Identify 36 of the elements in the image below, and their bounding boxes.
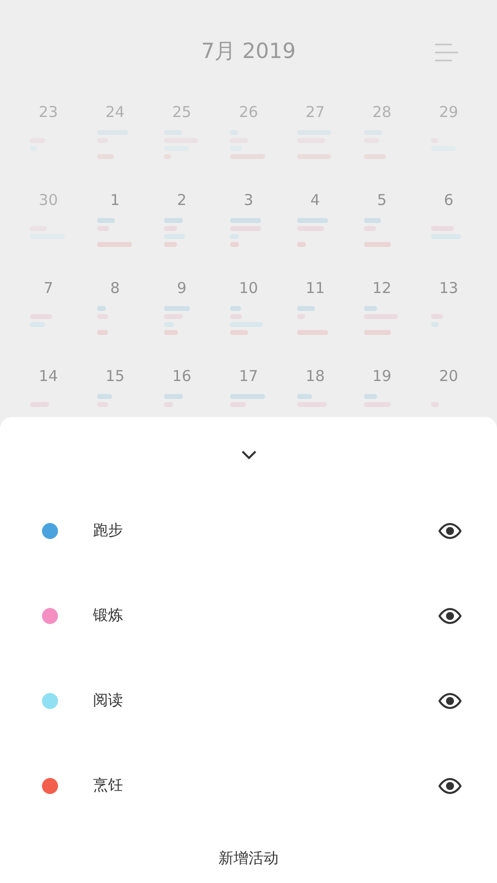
day-number[interactable]: 20 bbox=[439, 366, 458, 386]
chevron-down-icon bbox=[240, 450, 256, 460]
day-number[interactable]: 3 bbox=[244, 190, 254, 210]
activity-name: 锻炼 bbox=[93, 606, 123, 625]
day-number[interactable]: 29 bbox=[439, 102, 458, 122]
day-number[interactable]: 13 bbox=[439, 278, 458, 298]
day-number[interactable]: 19 bbox=[372, 366, 392, 386]
activity-name: 阅读 bbox=[93, 691, 123, 710]
day-number[interactable]: 15 bbox=[106, 366, 125, 386]
day-number[interactable]: 6 bbox=[444, 190, 454, 210]
day-number[interactable]: 25 bbox=[172, 102, 192, 122]
day-number[interactable]: 9 bbox=[177, 278, 187, 298]
day-number[interactable]: 2 bbox=[177, 190, 187, 210]
day-number[interactable]: 28 bbox=[372, 102, 392, 122]
day-number[interactable]: 18 bbox=[306, 366, 325, 386]
day-number[interactable]: 23 bbox=[38, 102, 58, 122]
day-number[interactable]: 7 bbox=[44, 278, 54, 298]
day-number[interactable]: 5 bbox=[377, 190, 387, 210]
menu-icon bbox=[434, 43, 459, 62]
activity-name: 跑步 bbox=[93, 521, 123, 540]
day-number[interactable]: 17 bbox=[238, 366, 258, 386]
activity-name: 烹饪 bbox=[93, 776, 123, 795]
day-number[interactable]: 24 bbox=[106, 102, 125, 122]
day-number[interactable]: 26 bbox=[238, 102, 258, 122]
day-number[interactable]: 27 bbox=[306, 102, 325, 122]
day-number[interactable]: 11 bbox=[306, 278, 325, 298]
day-number[interactable]: 12 bbox=[372, 278, 392, 298]
day-number[interactable]: 10 bbox=[238, 278, 258, 298]
day-number[interactable]: 16 bbox=[172, 366, 192, 386]
month-title: 7月 2019 bbox=[201, 38, 296, 65]
day-number[interactable]: 14 bbox=[38, 366, 58, 386]
day-number[interactable]: 4 bbox=[310, 190, 320, 210]
add-activity-button[interactable]: 新增活动 bbox=[212, 845, 284, 872]
day-number[interactable]: 30 bbox=[38, 190, 58, 210]
day-number[interactable]: 1 bbox=[110, 190, 120, 210]
day-number[interactable]: 8 bbox=[110, 278, 120, 298]
